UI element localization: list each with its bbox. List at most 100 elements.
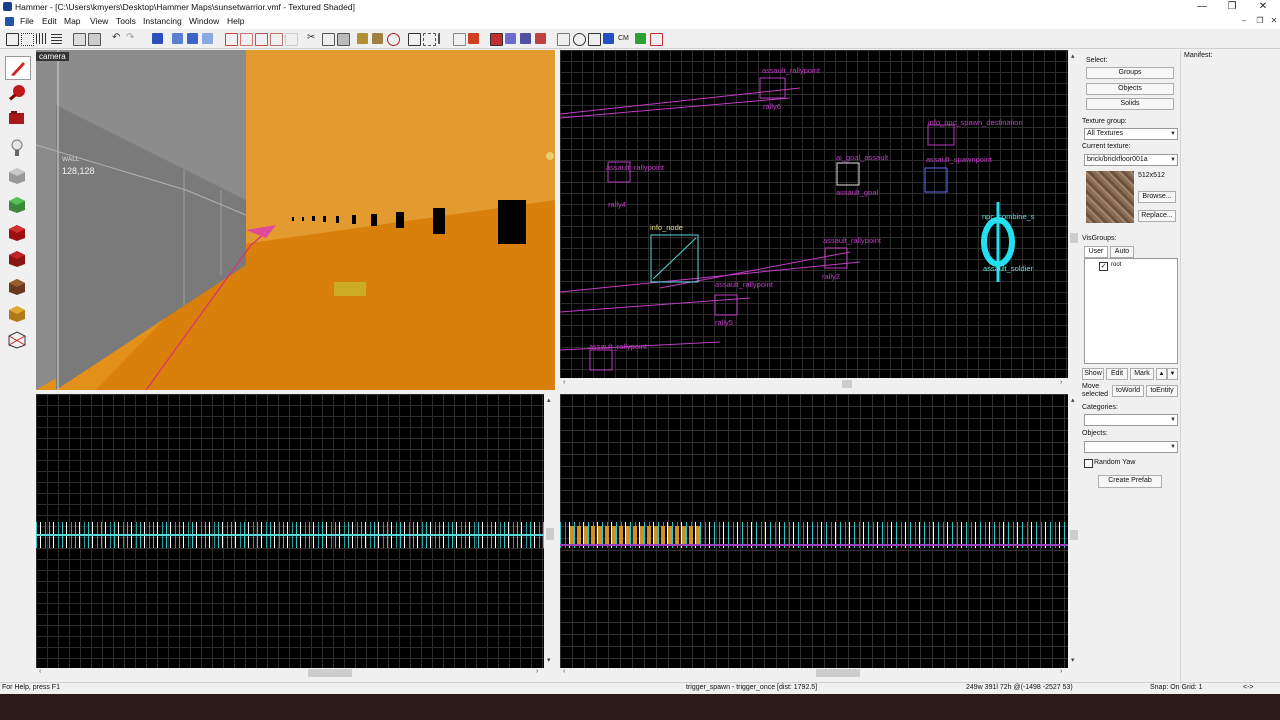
toggle-helpers-icon[interactable] [505,33,516,44]
create-prefab-button[interactable]: Create Prefab [1098,475,1162,488]
visgroup-show-button[interactable]: Show [1082,368,1104,380]
menu-map[interactable]: Map [64,16,81,26]
texture-app-icon[interactable] [557,33,570,46]
camera-viewport[interactable]: camera WALL 128,128 [36,50,556,390]
align-icon[interactable] [270,33,283,46]
viewport-label-camera[interactable]: camera [36,52,69,61]
scroll-down-icon[interactable]: ▾ [1071,656,1075,664]
select-box-icon[interactable] [408,33,421,46]
visgroup-edit-button[interactable]: Edit [1106,368,1128,380]
scrollbar-thumb[interactable] [842,380,852,388]
menu-file[interactable]: File [20,16,34,26]
grid-3d-icon[interactable] [21,33,34,46]
texture-preview[interactable] [1086,171,1134,223]
to-entity-button[interactable]: toEntity [1146,385,1178,397]
cubemap-button[interactable]: CM [618,33,632,44]
hide-icon[interactable] [187,33,198,44]
overlay-icon[interactable] [603,33,614,44]
menu-window[interactable]: Window [189,16,219,26]
scroll-left-icon[interactable]: ‹ [39,668,41,675]
clip-icon[interactable] [438,33,451,44]
maximize-button[interactable]: ❐ [1218,0,1246,15]
side-view-horizontal-scrollbar[interactable]: ‹ › [36,668,544,678]
decal-tool[interactable] [5,247,29,269]
visgroup-move-down-icon[interactable]: ▼ [1167,368,1178,380]
sphere-icon[interactable] [573,33,586,46]
hollow-icon[interactable] [88,33,101,46]
select-objects-button[interactable]: Objects [1086,83,1174,95]
top-viewport[interactable]: assault_rallypoint rally6 info_npc_spawn… [560,50,1068,378]
select-groups-button[interactable]: Groups [1086,67,1174,79]
doc-minimize-button[interactable]: – [1236,16,1252,25]
root-visgroup-checkbox[interactable]: ✓ [1099,262,1108,271]
paste-icon[interactable] [337,33,350,46]
run-map-icon[interactable] [635,33,646,44]
cordon-icon[interactable] [588,33,601,46]
scrollbar-thumb[interactable] [1070,530,1078,540]
radius-culling-icon[interactable] [387,33,400,46]
visgroup-mark-button[interactable]: Mark [1130,368,1154,380]
texture-group-select[interactable]: All Textures ▼ [1084,128,1178,140]
scroll-right-icon[interactable]: › [536,668,538,675]
grid-toggle-icon[interactable] [6,33,19,46]
scrollbar-thumb[interactable] [308,669,352,677]
entity-report-icon[interactable] [468,33,479,44]
menu-view[interactable]: View [90,16,108,26]
to-world-button[interactable]: toWorld [1112,385,1144,397]
entity-tool[interactable] [5,137,29,159]
entity-help-icon[interactable] [520,33,531,44]
block-tool[interactable] [5,164,29,186]
scrollbar-thumb[interactable] [546,528,554,540]
top-view-horizontal-scrollbar[interactable]: ‹ › [560,379,1068,389]
magnify-tool[interactable] [5,82,29,104]
scrollbar-thumb[interactable] [816,669,860,677]
selection-tool[interactable] [5,56,31,80]
menu-help[interactable]: Help [227,16,244,26]
quick-select-icon[interactable] [357,33,368,44]
camera-tool[interactable] [5,107,29,129]
replace-button[interactable]: Replace... [1138,210,1176,222]
apply-texture-tool[interactable] [5,221,29,243]
scroll-down-icon[interactable]: ▾ [547,656,551,664]
top-view-vertical-scrollbar[interactable]: ▴ [1069,50,1079,378]
document-icon[interactable] [5,17,14,26]
categories-select[interactable]: ▼ [1084,414,1178,426]
carve-icon[interactable] [73,33,86,46]
menu-instancing[interactable]: Instancing [143,16,182,26]
vertex-icon[interactable] [453,33,466,46]
vertex-tool[interactable] [5,328,29,350]
group-icon[interactable] [152,33,163,44]
scroll-left-icon[interactable]: ‹ [563,668,565,675]
copy-icon[interactable] [322,33,335,46]
tab-user[interactable]: User [1084,246,1108,258]
objects-select[interactable]: ▼ [1084,441,1178,453]
quick-hide-icon[interactable] [372,33,383,44]
tab-auto[interactable]: Auto [1110,246,1134,258]
browse-button[interactable]: Browse... [1138,191,1176,203]
texture-lock-icon[interactable] [225,33,238,46]
scroll-right-icon[interactable]: › [1060,379,1062,386]
minimize-button[interactable]: — [1188,0,1216,15]
rotate-icon[interactable] [285,33,298,46]
compile-icon[interactable] [650,33,663,46]
overlay-tool[interactable] [5,275,29,297]
clipping-tool[interactable] [5,302,29,324]
front-view-vertical-scrollbar[interactable]: ▴ ▾ [1069,394,1079,668]
menu-tools[interactable]: Tools [116,16,136,26]
random-yaw-checkbox[interactable] [1084,459,1093,468]
grid-smaller-icon[interactable] [51,33,62,44]
scroll-right-icon[interactable]: › [1060,668,1062,675]
scroll-up-icon[interactable]: ▴ [1071,396,1075,404]
grid-larger-icon[interactable] [36,33,47,44]
side-viewport[interactable] [36,394,544,668]
scroll-up-icon[interactable]: ▴ [547,396,551,404]
texture-scale-lock-icon[interactable] [240,33,253,46]
front-view-horizontal-scrollbar[interactable]: ‹ › [560,668,1068,678]
selection-icon[interactable] [423,33,436,46]
find-entity-icon[interactable] [535,33,546,44]
current-texture-select[interactable]: brick/brickfloor001a ▼ [1084,154,1178,166]
toggle-models-icon[interactable] [490,33,503,46]
side-view-vertical-scrollbar[interactable]: ▴ ▾ [545,394,555,668]
doc-close-button[interactable]: ✕ [1266,16,1280,25]
scroll-left-icon[interactable]: ‹ [563,379,565,386]
